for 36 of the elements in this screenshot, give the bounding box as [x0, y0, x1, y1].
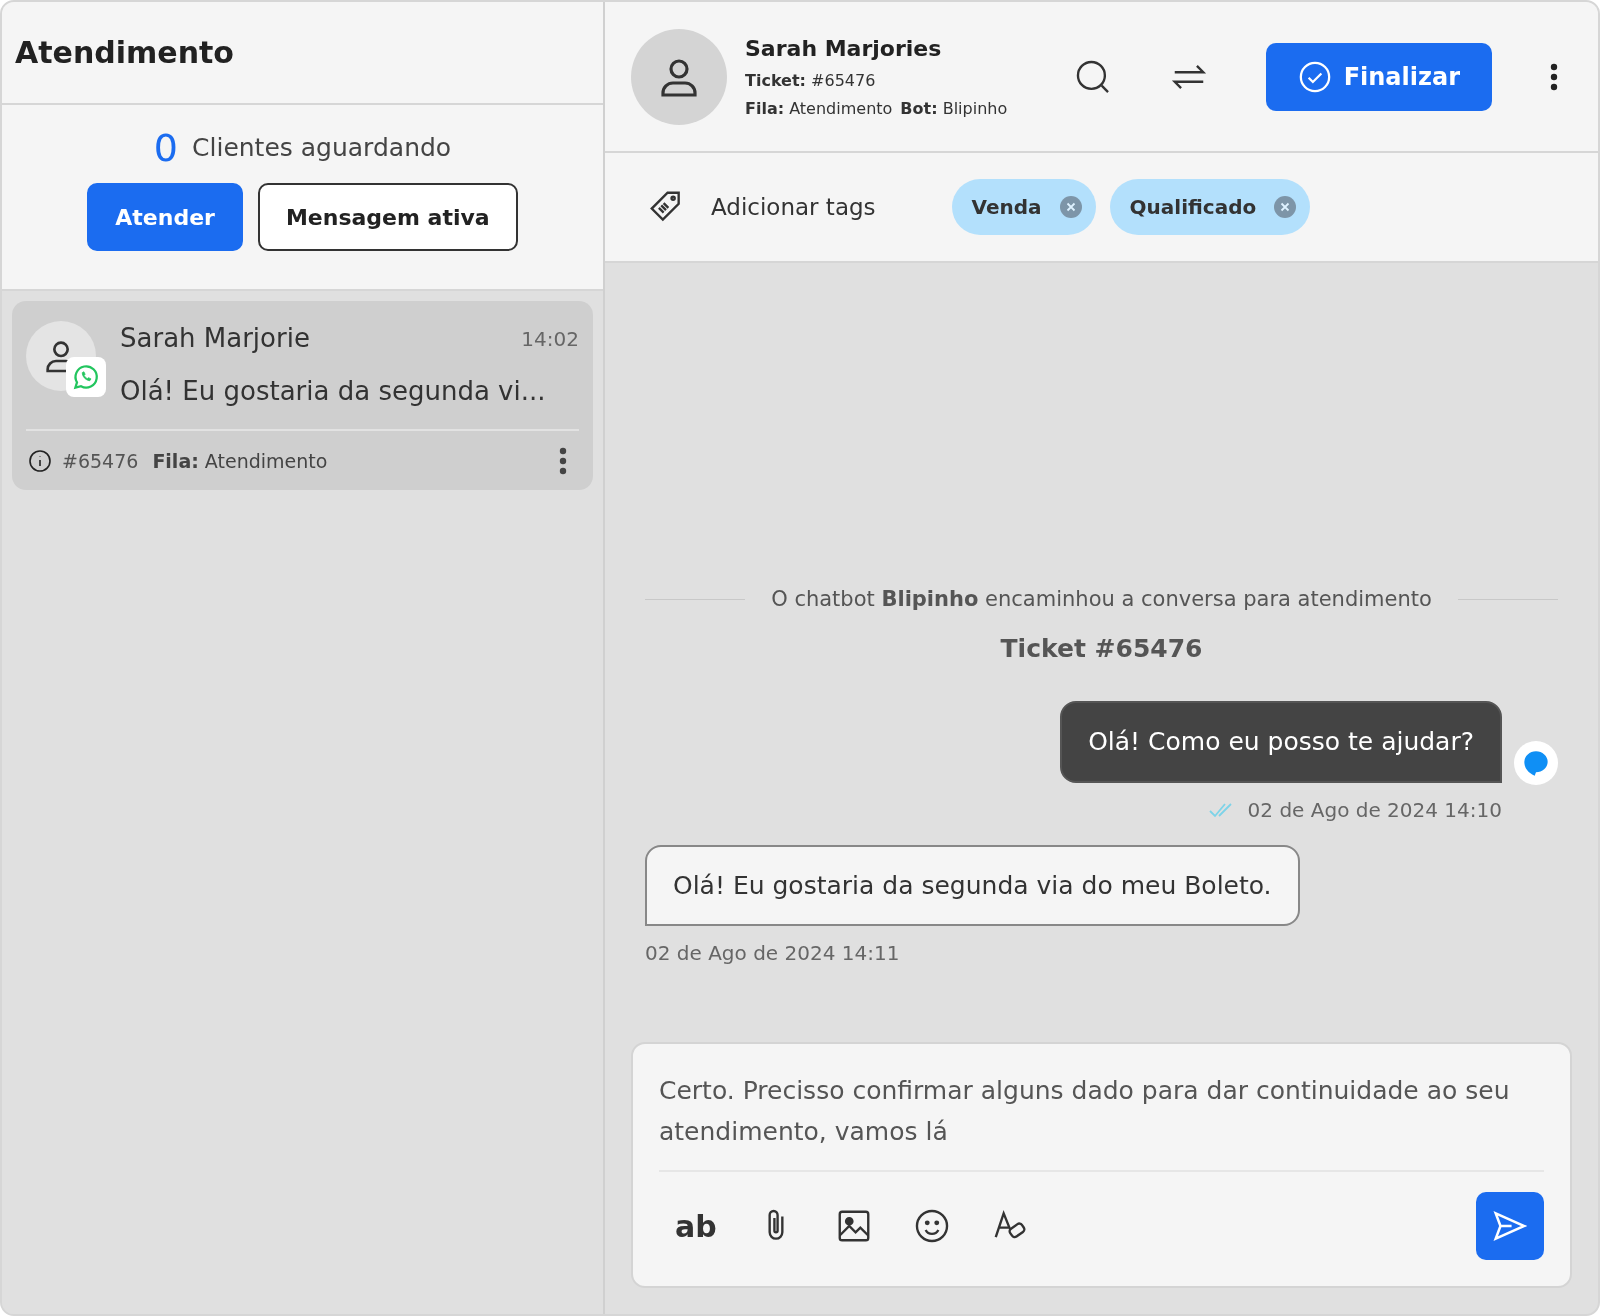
bot-avatar-icon [1514, 741, 1558, 785]
contact-name: Sarah Marjorie [120, 322, 310, 355]
remove-tag-icon[interactable] [1059, 196, 1082, 218]
contact-name: Sarah Marjories [745, 35, 943, 63]
message-time: 14:02 [521, 325, 579, 353]
ticket-number: #65476 [62, 449, 139, 474]
message-bubble: Olá! Eu gostaria da segunda via do meu Boleto. [645, 844, 1300, 926]
more-icon[interactable] [559, 447, 567, 476]
message-bubble: Olá! Como eu posso te ajudar? [1060, 701, 1502, 783]
message-preview: Olá! Eu gostaria da segunda vi... [120, 375, 547, 408]
attend-button[interactable]: Atender [87, 183, 243, 251]
message-time: 02 de Ago de 2024 14:11 [645, 940, 900, 967]
finish-button[interactable]: Finalizar [1265, 42, 1492, 111]
tag-label: Qualificado [1129, 194, 1257, 221]
remove-tag-icon[interactable] [1274, 196, 1297, 218]
bot-label: Bot: Blipinho [900, 98, 1008, 120]
more-icon[interactable] [1550, 61, 1558, 92]
panel-title: Atendimento [15, 34, 234, 72]
active-message-button[interactable]: Mensagem ativa [257, 183, 518, 251]
send-button[interactable] [1476, 1192, 1544, 1260]
tag-label: Venda [971, 194, 1042, 221]
message-time: 02 de Ago de 2024 14:10 [1247, 796, 1502, 824]
ticket-title: Ticket #65476 [1000, 632, 1203, 665]
queue-label: Fila: Atendimento [152, 449, 328, 474]
add-tags-label[interactable]: Adicionar tags [711, 189, 876, 225]
queue-label: Fila: Atendimento [745, 98, 893, 120]
waiting-label: Clientes aguardando [192, 132, 452, 165]
system-message: O chatbot Blipinho encaminhou a conversa para atendimento [771, 586, 1432, 613]
text-format-button[interactable]: ab [675, 1203, 717, 1249]
check-circle-icon [1297, 59, 1332, 94]
whatsapp-icon [66, 357, 106, 397]
message-input-field[interactable]: Certo. Precisso confirmar alguns dado para dar continuidade ao seu atendimento, vamos lá [659, 1070, 1544, 1172]
ticket-label: Ticket: #65476 [745, 70, 877, 92]
waiting-count: 0 [153, 129, 179, 167]
info-icon [28, 449, 52, 474]
conversation-card[interactable]: Sarah Marjorie 14:02 Olá! Eu gostaria da segunda vi... #65476 Fila: Atendimento [12, 301, 593, 490]
